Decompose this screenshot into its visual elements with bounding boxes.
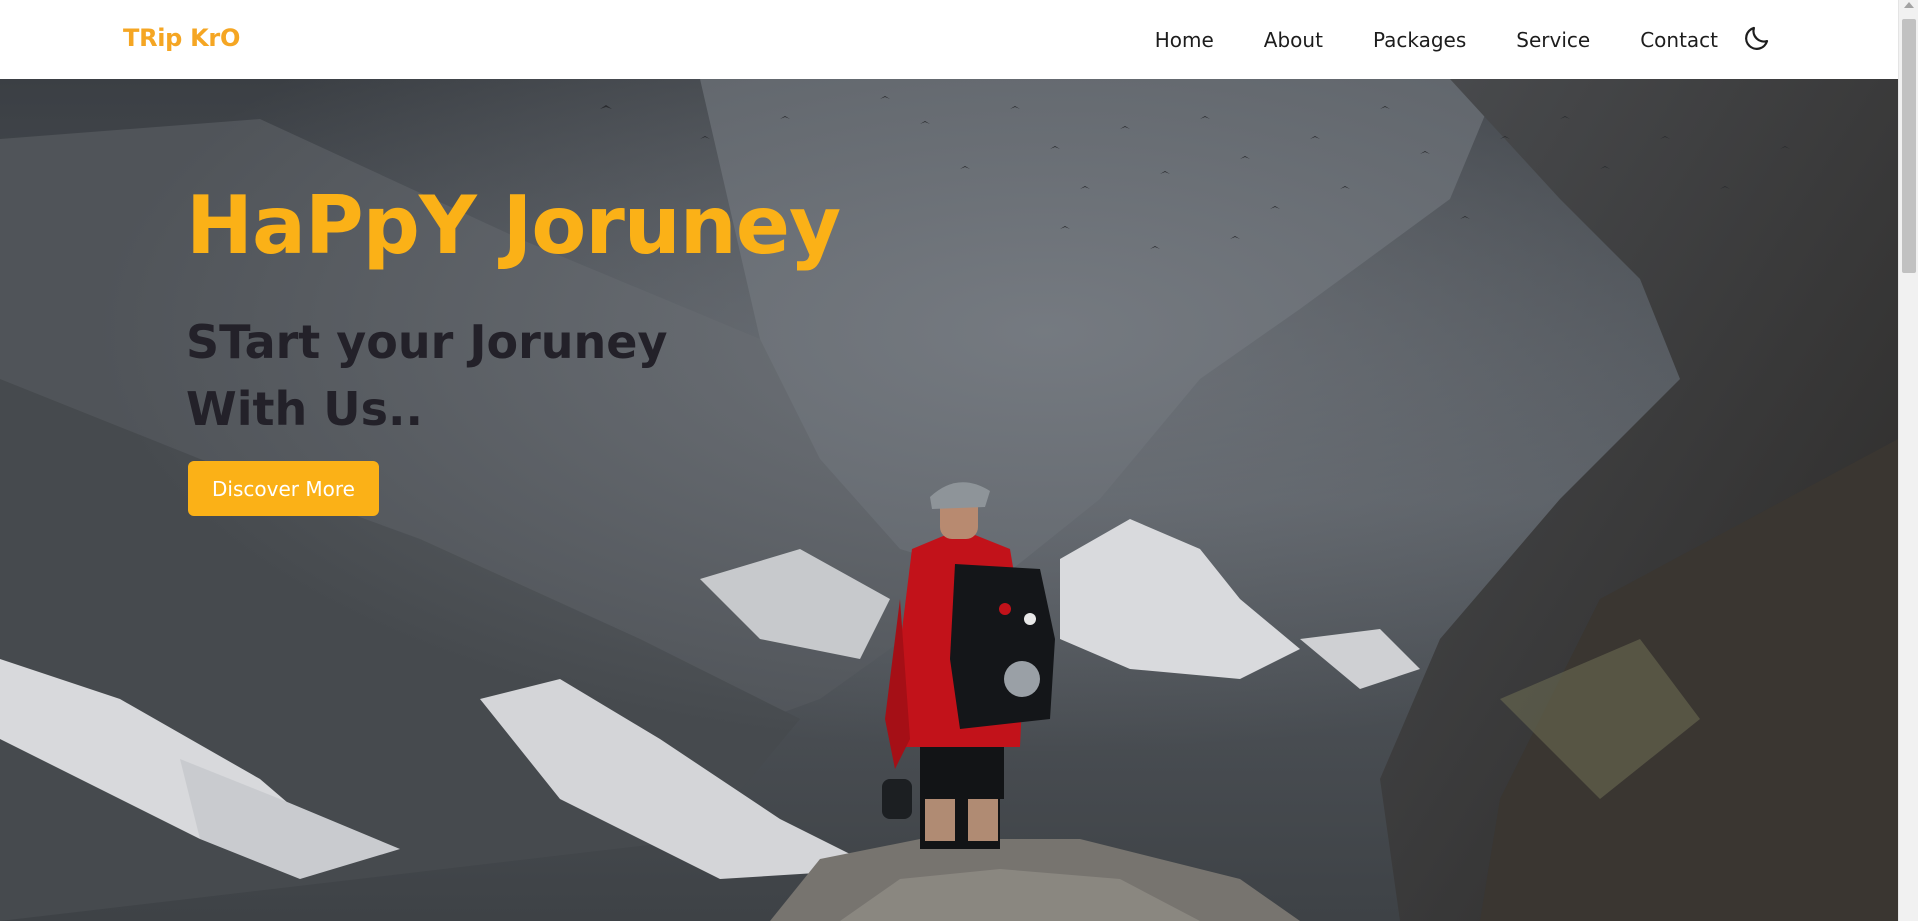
nav-service-link[interactable]: Service (1516, 28, 1590, 52)
hero-subtitle-line-1: STart your Joruney (186, 315, 668, 369)
hero-subtitle-line-2: With Us.. (186, 382, 423, 436)
hero-section: HaPpY Joruney STart your Joruney With Us… (0, 79, 1898, 921)
nav-menu: Home About Packages Service Contact (1155, 0, 1718, 79)
page-scrollbar[interactable] (1898, 0, 1918, 921)
hero-title: HaPpY Joruney (186, 179, 841, 272)
brand-logo[interactable]: TRip KrO (123, 24, 240, 52)
theme-toggle-button[interactable] (1742, 23, 1772, 53)
nav-home-link[interactable]: Home (1155, 28, 1214, 52)
nav-about-link[interactable]: About (1264, 28, 1323, 52)
discover-more-button[interactable]: Discover More (188, 461, 379, 516)
scrollbar-thumb[interactable] (1902, 19, 1916, 273)
nav-packages-link[interactable]: Packages (1373, 28, 1466, 52)
hero-subtitle: STart your Joruney With Us.. (186, 309, 706, 443)
scroll-up-arrow-icon[interactable] (1904, 2, 1914, 8)
nav-contact-link[interactable]: Contact (1640, 28, 1718, 52)
moon-icon (1745, 26, 1769, 50)
navbar: TRip KrO Home About Packages Service Con… (0, 0, 1898, 79)
